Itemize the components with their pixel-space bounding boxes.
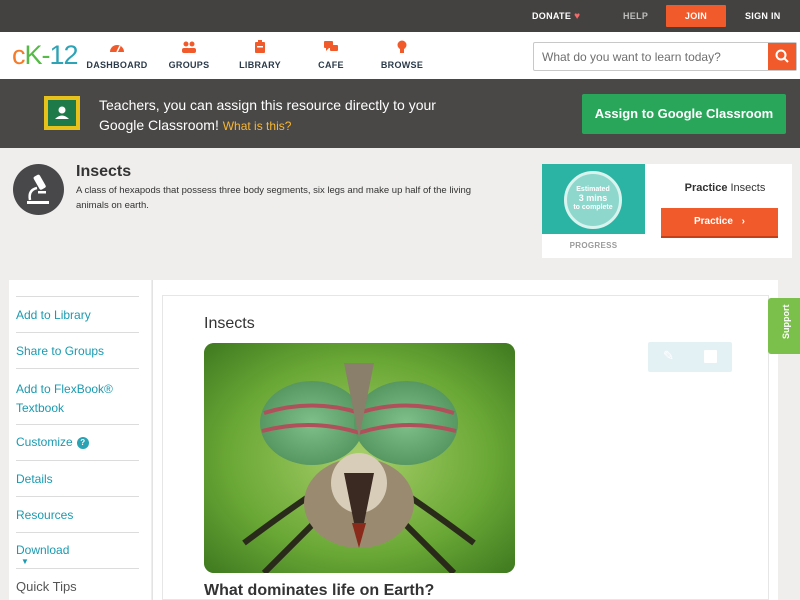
nav-library[interactable]: LIBRARY	[225, 40, 295, 70]
sidebar-resources[interactable]: Resources	[16, 496, 139, 532]
browse-icon	[367, 40, 437, 58]
sidebar-item-label: Share to Groups	[16, 344, 105, 358]
sidebar-share-to-groups[interactable]: Share to Groups	[16, 332, 139, 368]
nav-groups-label: GROUPS	[168, 60, 210, 70]
note-icon[interactable]	[704, 350, 717, 363]
sidebar-item-label: Add to FlexBook® Textbook	[16, 382, 113, 415]
nav-library-label: LIBRARY	[239, 60, 281, 70]
chevron-right-icon: ›	[741, 216, 746, 227]
to-complete-label: to complete	[573, 204, 613, 211]
insect-photo	[204, 343, 515, 573]
progress-image[interactable]: Estimated 3 mins to complete	[542, 164, 645, 234]
logo-dash: -	[41, 40, 51, 70]
help-link[interactable]: HELP	[623, 0, 648, 32]
ck12-logo[interactable]: cK-12	[12, 40, 79, 71]
sidebar-item-label: Download	[16, 543, 70, 557]
top-bar: DONATE ♥ HELP JOIN SIGN IN	[0, 0, 800, 32]
cafe-icon	[296, 40, 366, 58]
sidebar-item-label: Details	[16, 472, 53, 486]
section-heading: What dominates life on Earth?	[204, 582, 435, 599]
nav-dashboard[interactable]: DASHBOARD	[82, 40, 152, 70]
sidebar-item-label: Resources	[16, 508, 74, 522]
practice-card: Estimated 3 mins to complete PROGRESS Pr…	[542, 164, 792, 258]
groups-icon	[154, 40, 224, 58]
support-tab[interactable]: Support	[768, 298, 800, 354]
sidebar-item-label: Customize	[16, 435, 73, 449]
main-header: cK-12 DASHBOARD GROUPS LIBRARY CAFE BROW…	[0, 32, 800, 79]
annotation-toolbar: ✎	[648, 342, 732, 372]
join-button[interactable]: JOIN	[666, 5, 726, 27]
search-box	[533, 42, 797, 71]
nav-groups[interactable]: GROUPS	[154, 40, 224, 70]
practice-title-bold: Practice	[684, 182, 728, 194]
google-classroom-icon	[44, 96, 80, 130]
lesson-title: Insects	[204, 315, 255, 332]
estimated-time-circle: Estimated 3 mins to complete	[564, 171, 622, 229]
microscope-icon	[13, 164, 64, 215]
nav-dashboard-label: DASHBOARD	[86, 60, 148, 70]
nav-cafe[interactable]: CAFE	[296, 40, 366, 70]
sidebar-details[interactable]: Details	[16, 460, 139, 496]
nav-cafe-label: CAFE	[318, 60, 344, 70]
library-icon	[225, 40, 295, 58]
sidebar-item-label: Quick Tips	[16, 579, 77, 594]
search-input[interactable]	[534, 43, 768, 70]
sign-in-link[interactable]: SIGN IN	[745, 0, 781, 32]
help-icon[interactable]: ?	[76, 437, 89, 449]
sidebar-add-to-flexbook[interactable]: Add to FlexBook® Textbook	[16, 368, 139, 424]
pencil-icon[interactable]: ✎	[663, 348, 674, 364]
google-classroom-banner: Teachers, you can assign this resource d…	[0, 79, 800, 148]
left-sidebar: Add to Library Share to Groups Add to Fl…	[9, 280, 151, 600]
sidebar-add-to-library[interactable]: Add to Library	[16, 296, 139, 332]
support-label: Support	[781, 304, 791, 340]
dashboard-icon	[82, 40, 152, 58]
search-button[interactable]	[768, 43, 796, 70]
sidebar-customize[interactable]: Customize?	[16, 424, 139, 460]
logo-k: K	[24, 40, 43, 70]
lesson-content: Insects ✎ What dominates life on Earth?	[162, 295, 769, 600]
estimated-minutes: 3 mins	[578, 193, 608, 203]
sidebar-item-label: Add to Library	[16, 308, 91, 322]
logo-c: c	[12, 40, 25, 70]
caret-down-icon: ▼	[21, 557, 29, 566]
practice-title-topic: Insects	[730, 182, 766, 194]
progress-label: PROGRESS	[569, 241, 618, 250]
logo-num: 12	[49, 40, 79, 70]
search-icon	[775, 49, 789, 63]
concept-header: Insects A class of hexapods that possess…	[0, 148, 800, 280]
sidebar-quick-tips[interactable]: Quick Tips	[16, 568, 139, 600]
main-panel: Insects ✎ What dominates life on Earth?	[152, 280, 778, 600]
practice-button-label: Practice	[693, 216, 733, 227]
sidebar-download[interactable]: Download ▼	[16, 532, 139, 568]
donate-link[interactable]: DONATE ♥	[532, 0, 580, 32]
nav-browse-label: BROWSE	[380, 60, 424, 70]
estimated-label: Estimated	[576, 186, 610, 193]
practice-button[interactable]: Practice ›	[661, 208, 778, 238]
practice-title: Practice Insects	[660, 182, 790, 194]
nav-browse[interactable]: BROWSE	[367, 40, 437, 70]
what-is-this-link[interactable]: What is this?	[223, 119, 292, 133]
donate-label: DONATE	[532, 11, 572, 21]
heart-icon: ♥	[574, 11, 581, 22]
assign-google-classroom-button[interactable]: Assign to Google Classroom	[582, 94, 786, 134]
concept-description: A class of hexapods that possess three b…	[76, 185, 472, 211]
banner-message: Teachers, you can assign this resource d…	[99, 95, 459, 136]
concept-title: Insects	[76, 163, 132, 180]
